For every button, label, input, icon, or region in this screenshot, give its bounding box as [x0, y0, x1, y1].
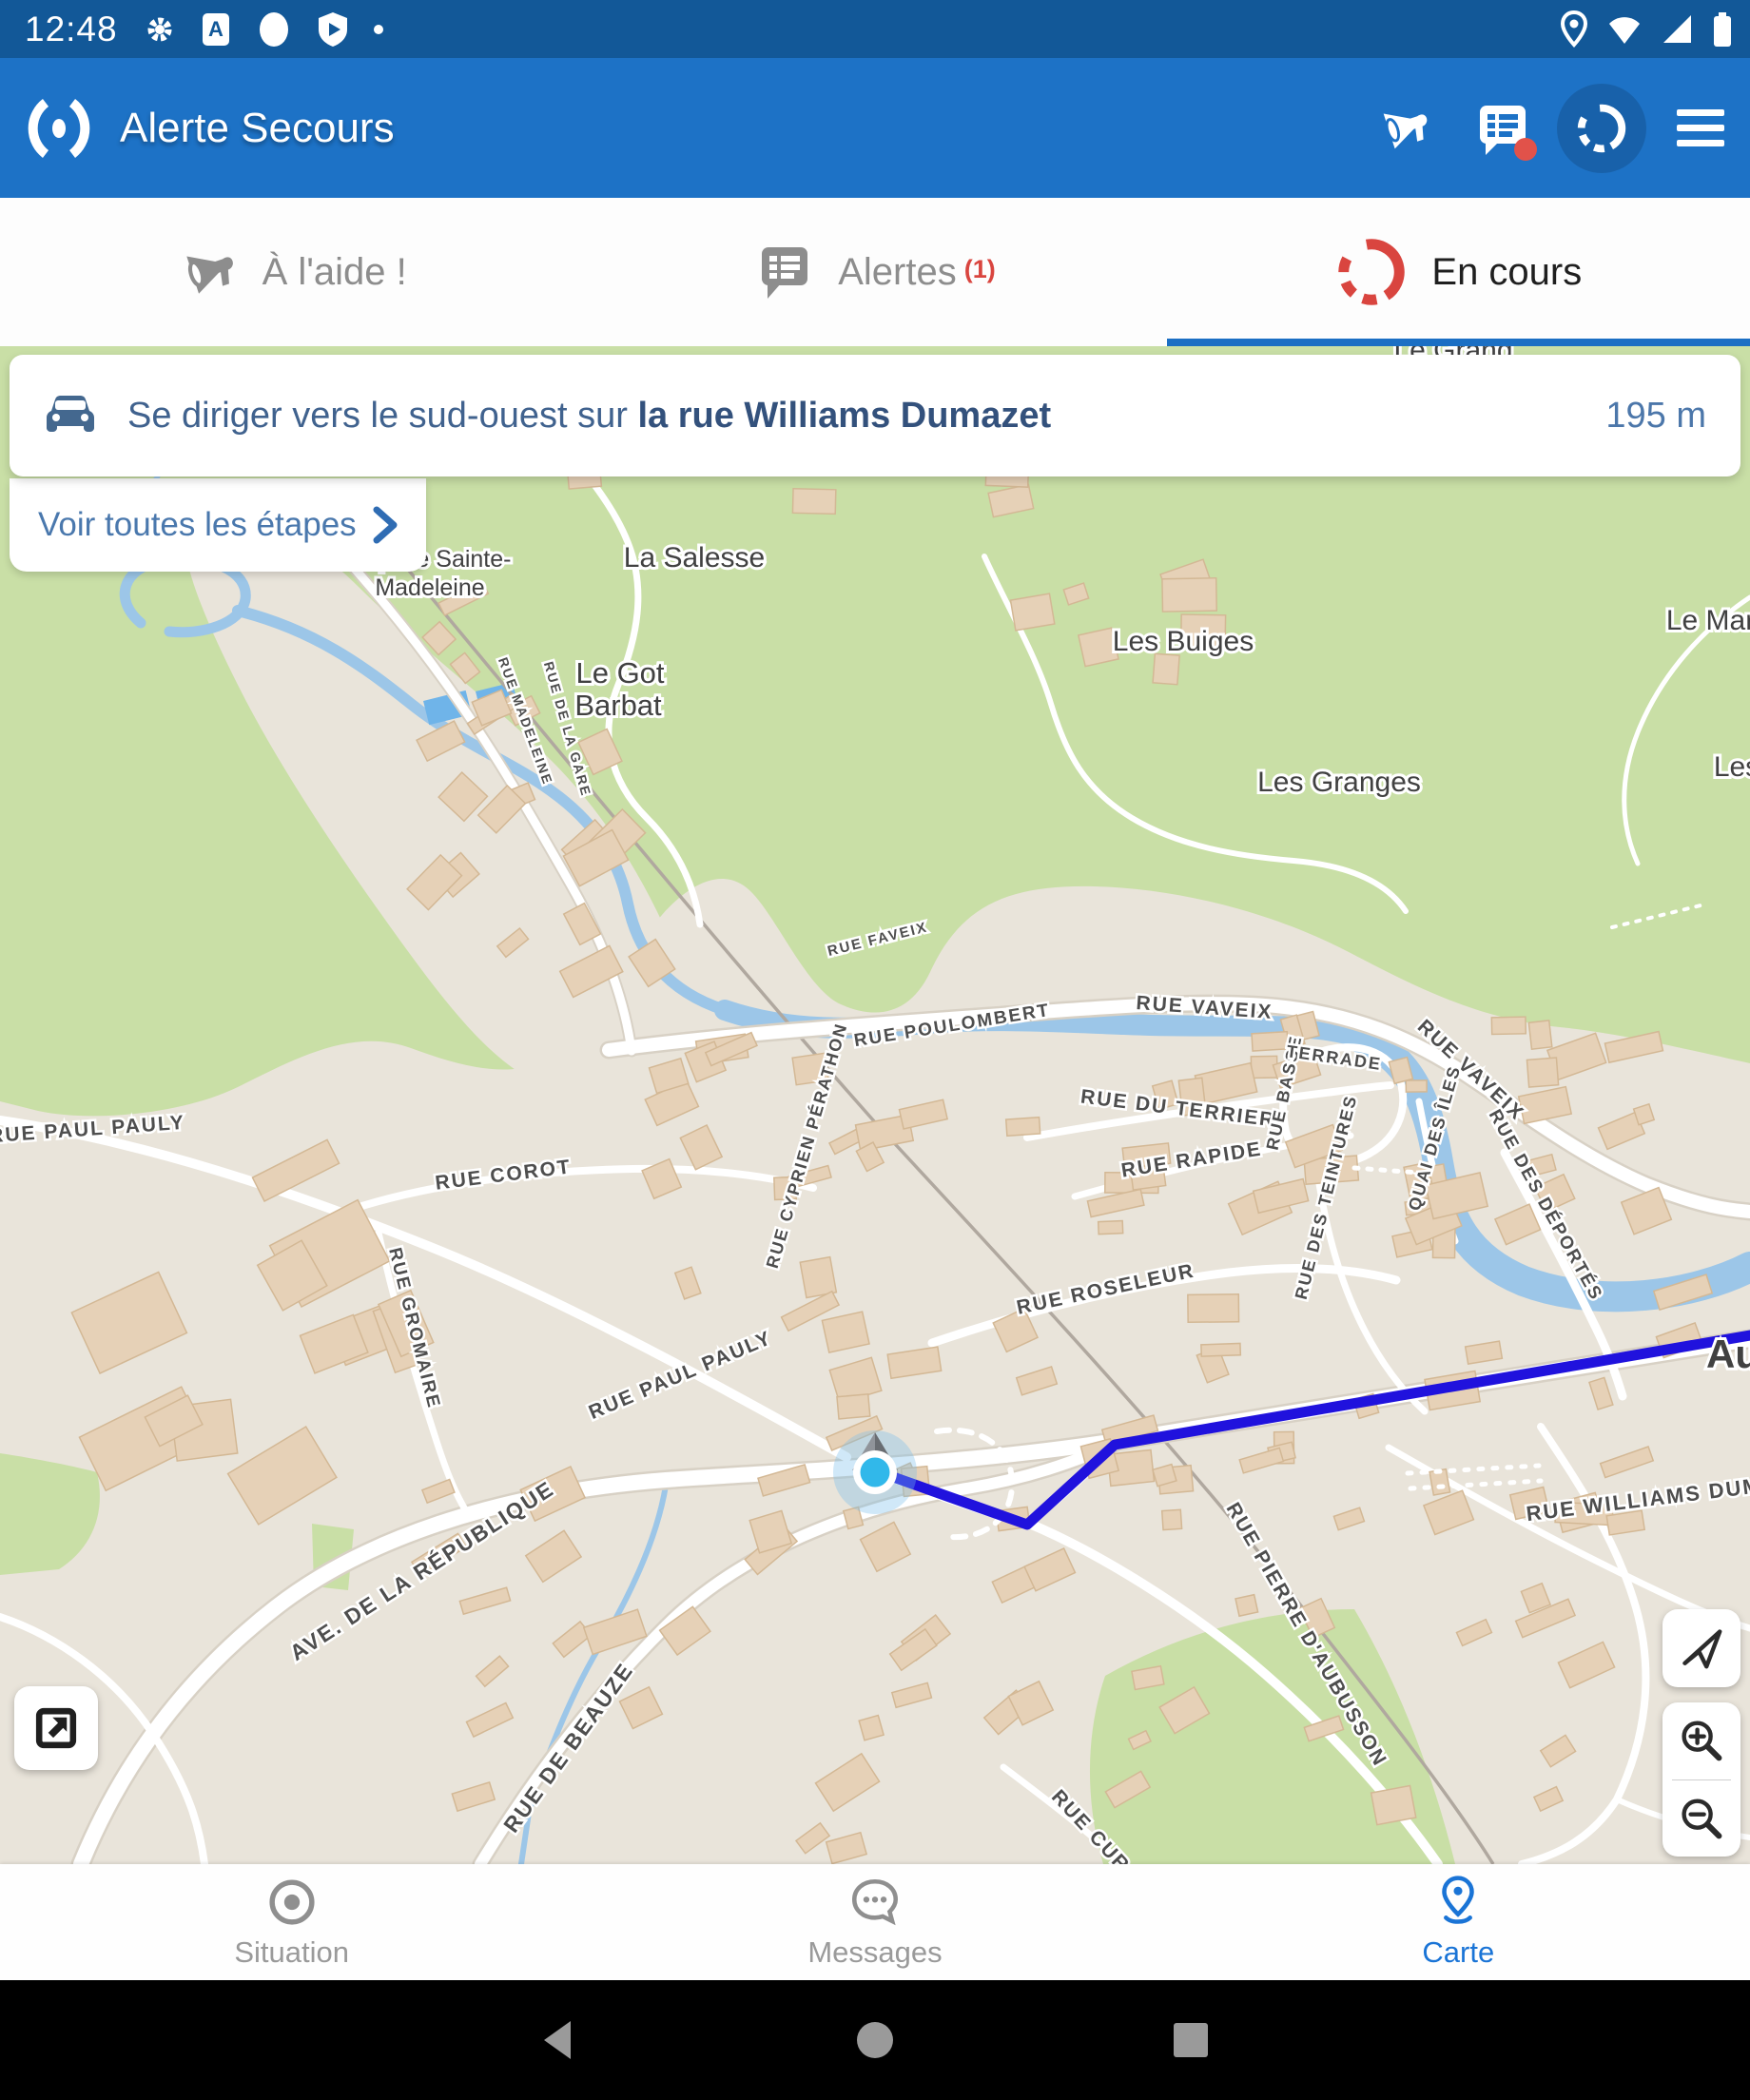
tab-en-cours[interactable]: En cours	[1167, 198, 1750, 346]
distance-value: 195 m	[1605, 396, 1706, 437]
app-bar: Alerte Secours	[0, 58, 1750, 198]
place-label: Les	[1714, 751, 1750, 783]
place-label: Les Granges	[1257, 767, 1421, 798]
car-icon	[44, 392, 97, 439]
alerts-list-icon	[754, 242, 815, 302]
building	[792, 489, 835, 515]
unread-badge	[1514, 138, 1537, 161]
shield-play-icon	[318, 11, 348, 48]
building	[1252, 1032, 1288, 1051]
messages-icon	[847, 1875, 903, 1930]
status-dot-icon	[373, 24, 384, 35]
tab-label: En cours	[1431, 251, 1582, 294]
messages-button[interactable]	[1453, 71, 1552, 185]
building	[1099, 1221, 1123, 1235]
building	[1528, 1021, 1551, 1049]
app-title: Alerte Secours	[120, 105, 395, 152]
zoom-out-button[interactable]	[1662, 1780, 1740, 1857]
tab-bar: À l'aide ! Alertes(1) En cours	[0, 198, 1750, 346]
open-external-map-button[interactable]	[14, 1686, 98, 1770]
chevron-right-icon	[371, 504, 399, 546]
navigation-instruction-card: Se diriger vers le sud-ouest sur la rue …	[10, 355, 1740, 476]
map[interactable]: RUE PAUL PAULYRUE PAUL PAULYRUE COROTRUE…	[0, 346, 1750, 1864]
building	[1188, 1294, 1239, 1322]
place-label: Barbat	[574, 689, 662, 722]
tab-a-laide[interactable]: À l'aide !	[0, 198, 583, 346]
app-screen: 12:48 A	[0, 0, 1750, 2100]
place-label: Le Got	[575, 656, 664, 690]
building	[1201, 1343, 1240, 1356]
map-pin-icon	[1430, 1875, 1486, 1930]
building	[1162, 578, 1216, 612]
all-steps-link[interactable]: Voir toutes les étapes	[10, 478, 426, 572]
android-back-button[interactable]	[535, 2015, 584, 2065]
bottom-nav-carte[interactable]: Carte	[1167, 1864, 1750, 1980]
bottom-nav-label: Messages	[807, 1935, 942, 1970]
building	[1371, 1785, 1416, 1824]
zoom-controls	[1662, 1702, 1740, 1857]
bottom-nav-situation[interactable]: Situation	[0, 1864, 583, 1980]
user-location-puck	[833, 1430, 917, 1514]
megaphone-icon	[177, 241, 240, 303]
building	[1235, 1595, 1258, 1617]
bottom-nav-label: Carte	[1422, 1935, 1494, 1970]
android-recents-button[interactable]	[1166, 2015, 1215, 2065]
bottom-nav-label: Situation	[234, 1935, 349, 1970]
building	[1162, 1509, 1182, 1529]
place-label: Le Marc	[1666, 605, 1750, 636]
instruction-text: Se diriger vers le sud-ouest sur la rue …	[127, 396, 1051, 437]
tab-label: Alertes	[838, 251, 957, 293]
auto-app-icon: A	[202, 12, 230, 47]
wifi-icon	[1605, 12, 1643, 47]
active-tab-underline	[1167, 339, 1750, 346]
in-progress-spinner-button[interactable]	[1552, 71, 1651, 185]
menu-button[interactable]	[1651, 71, 1750, 185]
svg-text:A: A	[208, 17, 224, 41]
bottom-navigation: Situation Messages Carte	[0, 1864, 1750, 1980]
progress-spinner-icon	[1572, 99, 1631, 158]
gear-icon	[143, 12, 177, 47]
announce-button[interactable]	[1354, 71, 1453, 185]
place-label: Les Buiges	[1113, 626, 1254, 657]
place-label: La Salesse	[624, 542, 765, 574]
place-label: Madeleine	[375, 574, 484, 601]
building	[1406, 1080, 1427, 1092]
status-bar: 12:48 A	[0, 0, 1750, 58]
building	[837, 1394, 870, 1419]
battery-icon	[1712, 10, 1733, 49]
tab-label: À l'aide !	[262, 251, 407, 294]
building	[1526, 1058, 1558, 1087]
clock: 12:48	[25, 10, 118, 49]
zoom-in-icon	[1675, 1714, 1728, 1767]
steps-link-label: Voir toutes les étapes	[38, 506, 357, 544]
in-progress-spinner-icon	[1334, 235, 1409, 309]
megaphone-icon	[1374, 99, 1433, 158]
building	[1006, 1118, 1040, 1137]
location-status-icon	[1560, 10, 1588, 49]
map-canvas: RUE PAUL PAULYRUE PAUL PAULYRUE COROTRUE…	[0, 346, 1750, 1864]
recenter-compass-button[interactable]	[1662, 1609, 1740, 1687]
signal-icon	[1661, 12, 1695, 47]
android-navigation-bar	[0, 1980, 1750, 2100]
zoom-out-icon	[1675, 1792, 1728, 1845]
building	[1010, 593, 1054, 631]
navigation-arrow-icon	[1675, 1622, 1728, 1675]
alerte-secours-logo-icon	[25, 97, 93, 160]
bottom-nav-messages[interactable]: Messages	[583, 1864, 1166, 1980]
building	[1153, 653, 1179, 684]
hamburger-icon	[1675, 107, 1726, 149]
android-home-button[interactable]	[850, 2015, 900, 2065]
situation-icon	[264, 1875, 320, 1930]
open-in-new-icon	[28, 1700, 85, 1757]
instruction-prefix: Se diriger vers le sud-ouest sur	[127, 396, 637, 436]
alert-count-badge: (1)	[964, 255, 996, 283]
tab-alertes[interactable]: Alertes(1)	[583, 198, 1166, 346]
instruction-street: la rue Williams Dumazet	[637, 396, 1051, 436]
place-label: Au	[1706, 1332, 1750, 1376]
notification-dot-icon	[255, 10, 293, 49]
zoom-in-button[interactable]	[1662, 1702, 1740, 1779]
building	[1491, 1017, 1526, 1034]
